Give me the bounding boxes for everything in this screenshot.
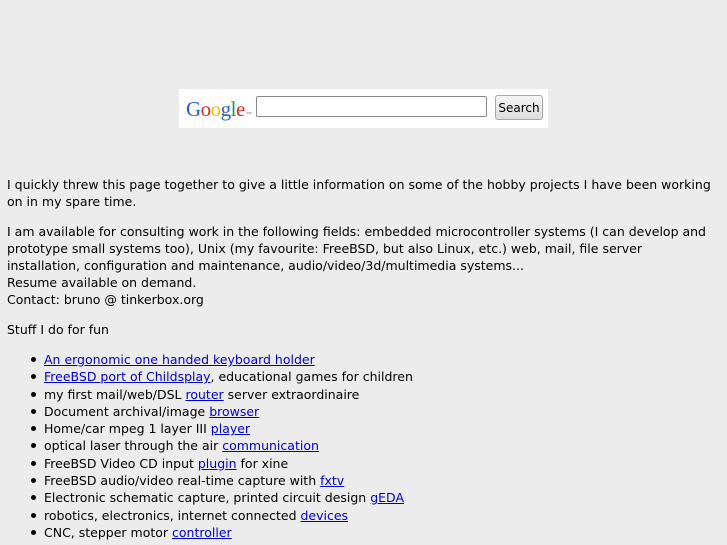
list-item-text: server extraordinaire bbox=[223, 386, 360, 402]
google-logo-letter-g1: G bbox=[186, 97, 201, 121]
list-item: Electronic schematic capture, printed ci… bbox=[31, 489, 712, 506]
list-item: CNC, stepper motor controller bbox=[31, 524, 712, 541]
list-item: FreeBSD audio/video real-time capture wi… bbox=[31, 472, 712, 489]
resume-text: Resume available on demand. bbox=[7, 275, 197, 290]
list-item-text: for xine bbox=[236, 455, 289, 471]
consulting-block: I am available for consulting work in th… bbox=[7, 223, 712, 308]
list-item: FreeBSD port of Childsplay, educational … bbox=[31, 368, 712, 385]
list-item-text: Document archival/image bbox=[44, 403, 210, 419]
consulting-text: I am available for consulting work in th… bbox=[7, 224, 706, 273]
google-logo-letter-o2: o bbox=[210, 97, 222, 121]
list-item-text: optical laser through the air bbox=[44, 438, 223, 454]
project-link[interactable]: gEDA bbox=[370, 490, 404, 505]
list-item: Home/car mpeg 1 layer III player bbox=[31, 420, 712, 437]
list-item-text: Electronic schematic capture, printed ci… bbox=[44, 490, 371, 506]
project-link[interactable]: player bbox=[211, 421, 250, 436]
google-logo-letter-o1: o bbox=[200, 97, 212, 121]
list-item: FreeBSD Video CD input plugin for xine bbox=[31, 455, 712, 472]
stuff-heading: Stuff I do for fun bbox=[7, 322, 109, 337]
project-link[interactable]: devices bbox=[301, 508, 349, 523]
list-item: robotics, electronics, internet connecte… bbox=[31, 507, 712, 524]
list-item-text: FreeBSD Video CD input bbox=[44, 455, 198, 471]
google-logo-tm: ™ bbox=[245, 112, 252, 118]
project-link[interactable]: An ergonomic one handed keyboard holder bbox=[44, 352, 315, 367]
list-item-text: my first mail/web/DSL bbox=[44, 386, 186, 402]
search-input[interactable] bbox=[256, 96, 487, 117]
list-item-text: CNC, stepper motor bbox=[44, 524, 173, 540]
page-content: I quickly threw this page together to gi… bbox=[7, 176, 712, 541]
list-item: An ergonomic one handed keyboard holder bbox=[31, 351, 712, 368]
contact-text: Contact: bruno @ tinkerbox.org bbox=[7, 292, 204, 307]
search-button[interactable]: Search bbox=[495, 95, 543, 120]
google-logo-letter-g2: g bbox=[220, 97, 232, 121]
project-link[interactable]: plugin bbox=[198, 456, 237, 471]
project-list: An ergonomic one handed keyboard holder F… bbox=[7, 351, 712, 541]
list-item-text: FreeBSD audio/video real-time capture wi… bbox=[44, 473, 321, 489]
google-search-box: Go o g l e ™ Search bbox=[179, 89, 548, 128]
intro-text: I quickly threw this page together to gi… bbox=[7, 177, 711, 209]
project-link[interactable]: browser bbox=[209, 404, 259, 419]
list-item-text: Home/car mpeg 1 layer III bbox=[44, 421, 211, 437]
project-link[interactable]: communication bbox=[222, 438, 319, 453]
list-item-text: , educational games for children bbox=[210, 369, 413, 385]
project-link[interactable]: FreeBSD port of Childsplay bbox=[44, 369, 211, 384]
list-item: optical laser through the air communicat… bbox=[31, 437, 712, 454]
google-logo: Go o g l e ™ bbox=[186, 97, 252, 122]
list-item: my first mail/web/DSL router server extr… bbox=[31, 386, 712, 403]
list-item: Document archival/image browser bbox=[31, 403, 712, 420]
project-link[interactable]: controller bbox=[172, 525, 232, 540]
google-logo-letter-e: e bbox=[236, 97, 245, 121]
project-link[interactable]: router bbox=[186, 387, 224, 402]
list-item-text: robotics, electronics, internet connecte… bbox=[44, 507, 301, 523]
project-link[interactable]: fxtv bbox=[320, 473, 344, 488]
